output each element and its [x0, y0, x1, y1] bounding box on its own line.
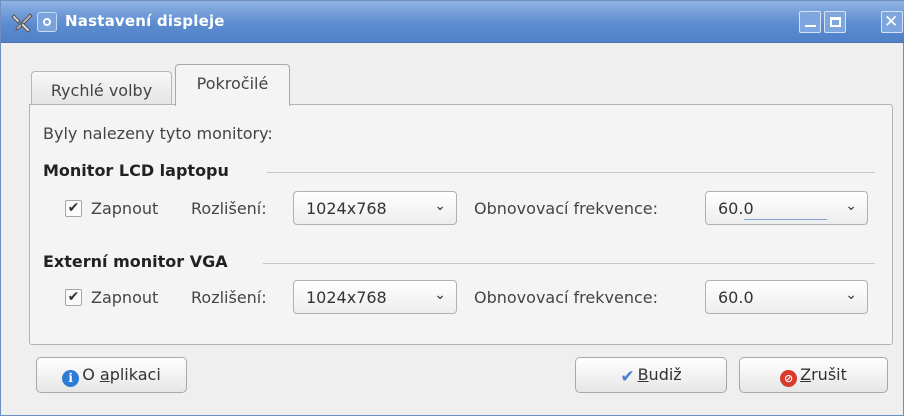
- cancel-button-mnemonic: Z: [800, 365, 812, 384]
- monitor-lcd-enable-label: Zapnout: [91, 199, 159, 218]
- cancel-button[interactable]: ⊘ Zrušit: [739, 357, 888, 393]
- chevron-down-icon: ⌄: [845, 198, 857, 214]
- tab-advanced[interactable]: Pokročilé: [175, 64, 290, 106]
- cancel-icon: ⊘: [780, 370, 798, 387]
- monitor-vga-refresh-value: 60.0: [718, 288, 754, 307]
- window-title: Nastavení displeje: [65, 12, 225, 30]
- monitor-lcd-refresh-label: Obnovovací frekvence:: [474, 199, 658, 218]
- monitor-vga-title: Externí monitor VGA: [43, 252, 228, 271]
- monitor-lcd-refresh-value: 60.0: [718, 199, 754, 218]
- monitor-vga-resolution-label: Rozlišení:: [191, 288, 267, 307]
- title-bar[interactable]: Nastavení displeje ✕: [1, 1, 904, 43]
- checkmark-icon: ✔: [620, 367, 635, 387]
- about-button[interactable]: iO aplikaci: [36, 357, 187, 393]
- info-icon: i: [62, 370, 80, 387]
- monitor-vga-enable-checkbox[interactable]: ✔: [65, 289, 82, 306]
- monitor-vga-refresh-label: Obnovovací frekvence:: [474, 288, 658, 307]
- ok-button-rest: udiž: [648, 365, 682, 384]
- ok-button[interactable]: ✔ Budiž: [575, 357, 727, 393]
- group-divider: [263, 263, 875, 264]
- chevron-down-icon: ⌄: [434, 198, 446, 214]
- display-settings-window: Nastavení displeje ✕ Rychlé volby Pokroč…: [0, 0, 904, 416]
- monitor-vga-refresh-select[interactable]: 60.0 ⌄: [705, 280, 868, 314]
- group-divider: [267, 172, 875, 173]
- monitors-found-label: Byly nalezeny tyto monitory:: [43, 124, 273, 143]
- checkmark-icon: ✔: [67, 200, 80, 216]
- monitor-lcd-enable-checkbox[interactable]: ✔: [65, 200, 82, 217]
- monitor-lcd-refresh-select[interactable]: 60.0 ⌄: [705, 191, 868, 225]
- monitor-lcd-resolution-value: 1024x768: [306, 199, 387, 218]
- checkmark-icon: ✔: [67, 289, 80, 305]
- monitor-vga-resolution-select[interactable]: 1024x768 ⌄: [293, 280, 457, 314]
- maximize-icon: [830, 17, 841, 27]
- maximize-button[interactable]: [824, 11, 846, 33]
- minimize-button[interactable]: [799, 11, 821, 33]
- monitor-lcd-title: Monitor LCD laptopu: [43, 161, 229, 180]
- monitor-lcd-resolution-select[interactable]: 1024x768 ⌄: [293, 191, 457, 225]
- close-icon: ✕: [884, 12, 899, 32]
- monitor-vga-enable-label: Zapnout: [91, 288, 159, 307]
- minimize-icon: [805, 25, 816, 27]
- chevron-down-icon: ⌄: [434, 287, 446, 303]
- tools-icon[interactable]: [11, 11, 33, 33]
- close-button[interactable]: ✕: [881, 11, 903, 33]
- about-button-prefix: O: [82, 365, 100, 384]
- about-button-mnemonic: a: [99, 365, 110, 384]
- about-button-rest: plikaci: [109, 365, 161, 384]
- monitor-lcd-resolution-label: Rozlišení:: [191, 199, 267, 218]
- chevron-down-icon: ⌄: [845, 287, 857, 303]
- ok-button-mnemonic: B: [637, 365, 649, 384]
- tab-quick-options[interactable]: Rychlé volby: [31, 71, 172, 105]
- focus-underline: [744, 219, 827, 220]
- window-menu-icon[interactable]: [37, 12, 57, 32]
- cancel-button-rest: rušit: [811, 365, 847, 384]
- monitor-vga-resolution-value: 1024x768: [306, 288, 387, 307]
